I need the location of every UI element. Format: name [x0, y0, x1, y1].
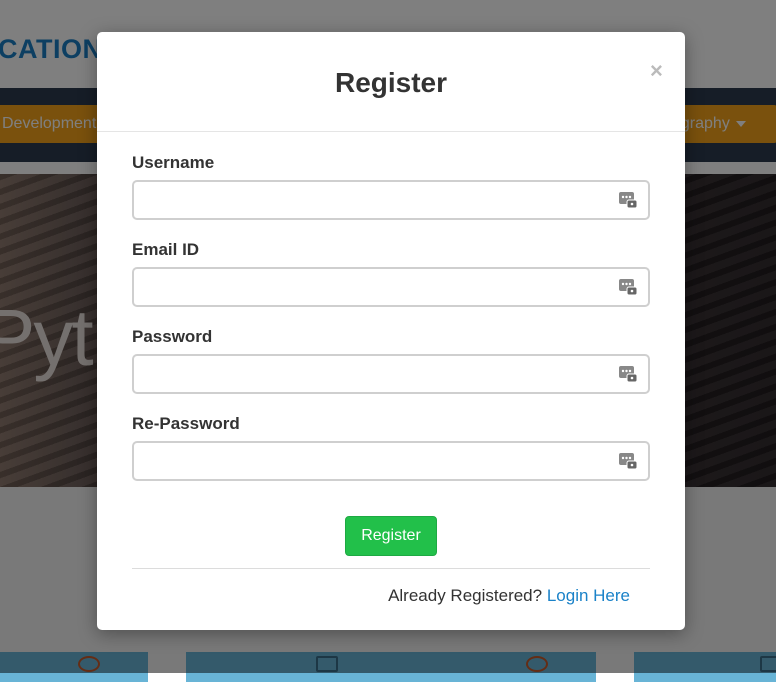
password-manager-key-icon[interactable]	[619, 452, 637, 470]
modal-header: Register ×	[97, 32, 685, 132]
re-password-input[interactable]	[132, 441, 650, 481]
close-icon[interactable]: ×	[650, 60, 663, 82]
already-registered-text: Already Registered?	[388, 586, 543, 605]
re-password-label: Re-Password	[132, 414, 240, 433]
password-manager-key-icon[interactable]	[619, 191, 637, 209]
email-input[interactable]	[132, 267, 650, 307]
username-input[interactable]	[132, 180, 650, 220]
register-modal: Register × Username Email ID Password Re…	[97, 32, 685, 630]
login-here-link[interactable]: Login Here	[547, 586, 630, 605]
username-label: Username	[132, 153, 215, 172]
password-manager-key-icon[interactable]	[619, 365, 637, 383]
footer-divider	[132, 568, 650, 569]
modal-title: Register	[334, 67, 448, 98]
register-submit-button[interactable]: Register	[345, 516, 437, 556]
password-manager-key-icon[interactable]	[619, 278, 637, 296]
email-label: Email ID	[132, 240, 200, 259]
password-label: Password	[132, 327, 213, 346]
login-prompt: Already Registered? Login Here	[132, 586, 630, 606]
password-input[interactable]	[132, 354, 650, 394]
